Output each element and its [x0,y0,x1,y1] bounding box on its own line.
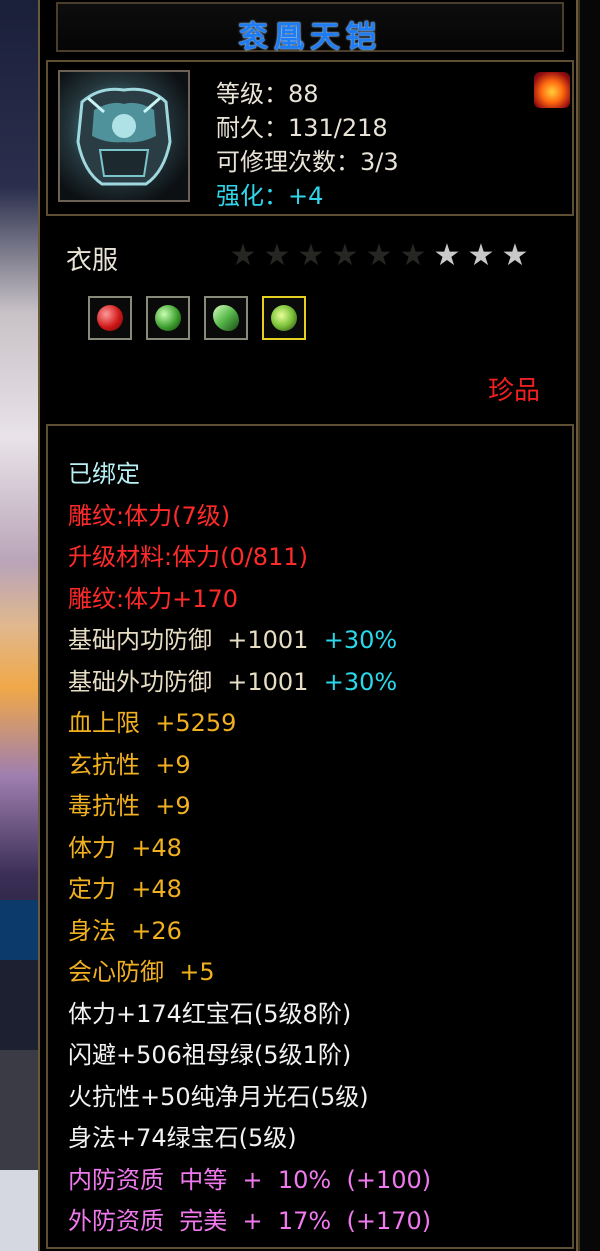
green-jade-icon [155,305,181,331]
outer-defense-line: 基础外功防御 +1001 +30% [68,662,431,704]
background-scene-right [578,0,600,1251]
xuan-resist-line: 玄抗性 +9 [68,750,191,779]
outer-defense-pct: +30% [323,667,398,696]
focus-line: 定力 +48 [68,875,182,903]
gem-slot-green-jade[interactable] [146,296,190,340]
item-tooltip: 衮凰天铠 等级：88 耐久：131/218 可修理次数：3/3 强化：+4 衣服… [38,0,578,1251]
gem-slot-red-gem[interactable] [88,296,132,340]
level-stat: 等级：88 [216,80,319,108]
attribute-list: 已绑定 雕纹:体力(7级) 升级材料:体力(0/811) 雕纹:体力+170 基… [68,454,431,1243]
gem-bonus-4: 身法+74绿宝石(5级) [68,1124,297,1152]
armor-icon-art [76,87,172,186]
fire-element-icon[interactable] [534,72,570,108]
crit-defense-line: 会心防御 +5 [68,958,215,986]
star-dim-icon: ★ [331,238,359,273]
inner-defense-pct: +30% [323,626,398,654]
moonstone-icon [271,305,297,331]
gem-slot-green-crystal[interactable] [204,296,248,340]
inner-quality-line: 内防资质 中等 + 10% (+100) [68,1165,432,1194]
background-scene-left [0,0,38,1251]
upgrade-material-line: 升级材料:体力(0/811) [68,543,308,571]
bound-status: 已绑定 [68,460,140,488]
star-rating: ★ ★ ★ ★ ★ ★ ★ ★ ★ [226,238,532,274]
stamina-line: 体力 +48 [68,833,182,862]
gem-bonus-3: 火抗性+50纯净月光石(5级) [68,1082,369,1111]
star-dim-icon: ★ [229,238,257,273]
inner-defense-line: 基础内功防御 +1001 +30% [68,620,431,662]
inner-defense-value: 基础内功防御 +1001 [68,626,309,654]
agility-line: 身法 +26 [68,916,182,945]
red-gem-icon [97,305,123,331]
item-info-box: 等级：88 耐久：131/218 可修理次数：3/3 强化：+4 [46,60,574,216]
star-dim-icon: ★ [399,238,427,273]
enhance-stat: 强化：+4 [216,182,324,210]
item-type: 衣服 [66,246,119,276]
star-lit-icon: ★ [433,238,461,273]
outer-quality-line: 外防资质 完美 + 17% (+170) [68,1207,432,1235]
outer-defense-value: 基础外功防御 +1001 [68,667,309,696]
poison-resist-line: 毒抗性 +9 [68,792,191,820]
title-bar: 衮凰天铠 [56,2,564,55]
engrave-line: 雕纹:体力(7级) [68,501,231,530]
gem-bonus-2: 闪避+506祖母绿(5级1阶) [68,1041,352,1069]
repair-count-stat: 可修理次数：3/3 [216,148,399,176]
star-dim-icon: ★ [263,238,291,273]
armor-icon[interactable] [58,70,190,202]
star-dim-icon: ★ [365,238,393,273]
star-dim-icon: ★ [297,238,325,273]
rarity-label: 珍品 [488,376,541,406]
green-crystal-icon [213,305,239,331]
durability-stat: 耐久：131/218 [216,114,388,142]
star-lit-icon: ★ [501,238,529,273]
attribute-box: 已绑定 雕纹:体力(7级) 升级材料:体力(0/811) 雕纹:体力+170 基… [46,424,574,1249]
hp-limit-line: 血上限 +5259 [68,709,237,737]
item-name: 衮凰天铠 [238,20,382,55]
gem-bonus-1: 体力+174红宝石(5级8阶) [68,999,352,1028]
star-lit-icon: ★ [467,238,495,273]
gem-slot-moonstone[interactable] [262,296,306,340]
engrave-bonus-line: 雕纹:体力+170 [68,584,239,613]
